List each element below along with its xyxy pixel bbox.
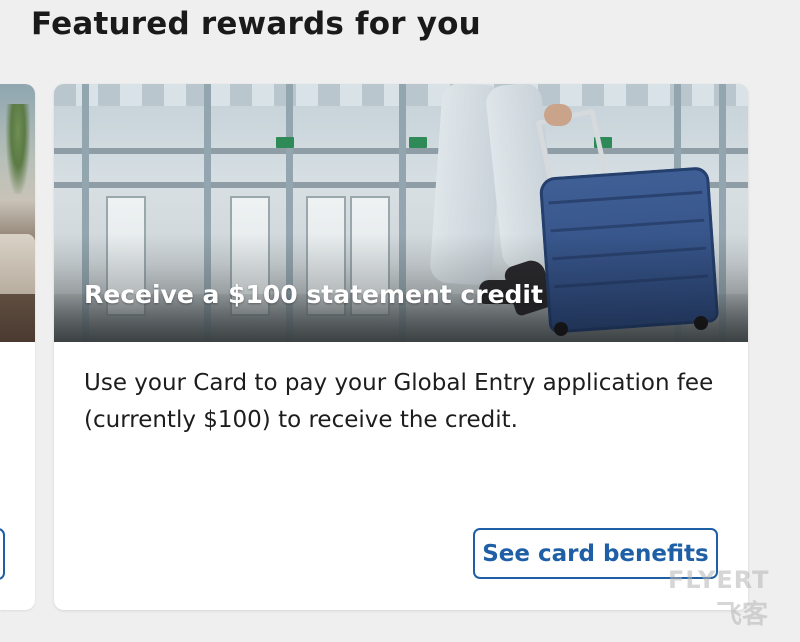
suitcase-rib [548,190,703,205]
suitcase-rib [550,218,705,233]
card-headline: Receive a $100 statement credit [84,280,543,309]
airport-traveler-image: Receive a $100 statement credit [54,84,748,342]
exit-sign-icon [409,137,427,148]
watermark-text: 飞客 [716,600,769,630]
section-title: Featured rewards for you [31,6,481,42]
card-description: Use your Card to pay your Global Entry a… [84,370,714,433]
previous-card-image [0,84,35,342]
sofa-decoration [0,234,35,294]
flyert-watermark: FLYERT 飞客 [664,562,794,634]
previous-reward-card[interactable] [0,84,35,610]
exit-sign-icon [276,137,294,148]
featured-reward-card: Receive a $100 statement credit Use your… [54,84,748,610]
watermark-text: FLYERT [668,566,770,594]
plant-decoration [6,104,30,194]
rewards-page: Featured rewards for you Receive a $100 … [0,0,800,642]
previous-card-button[interactable] [0,528,5,580]
traveler-hand [544,104,572,126]
